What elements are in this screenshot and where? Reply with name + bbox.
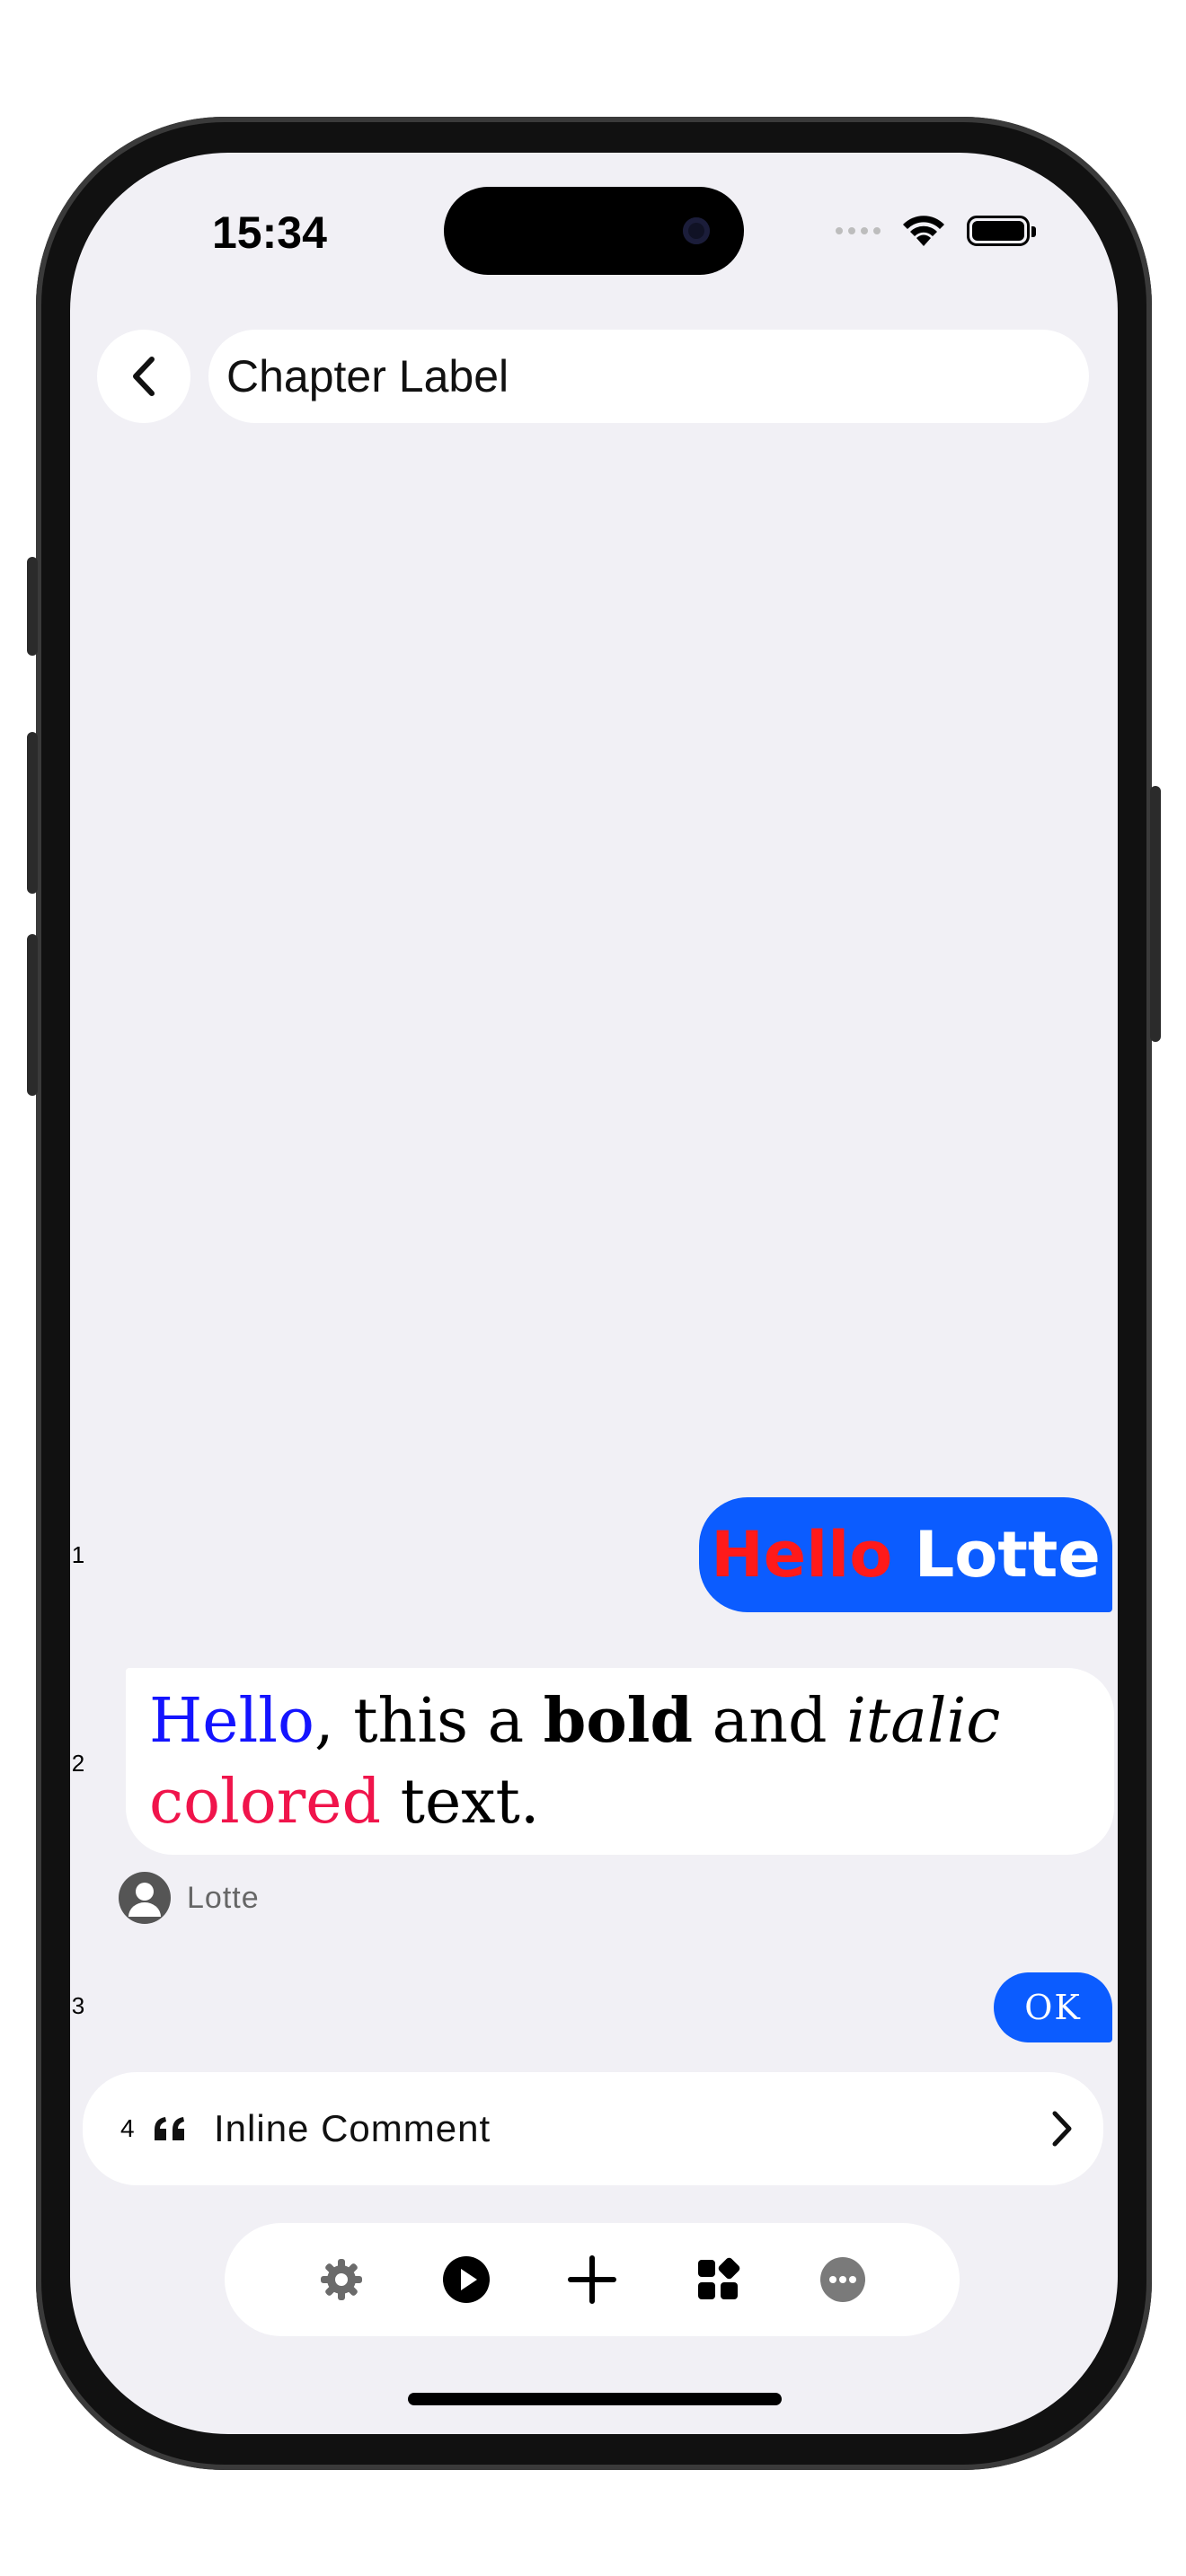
add-button[interactable] <box>565 2253 619 2307</box>
rich-text-plain: and <box>693 1686 847 1757</box>
inline-comment-row[interactable]: 4 Inline Comment <box>83 2072 1103 2185</box>
play-icon <box>443 2256 491 2303</box>
title-bar: Chapter Label <box>208 330 1089 423</box>
message-text-colored: Hello <box>711 1518 893 1592</box>
avatar <box>119 1872 171 1924</box>
message-author: Lotte <box>119 1872 260 1924</box>
cellular-signal-icon <box>836 227 881 234</box>
volume-up-button <box>27 732 38 894</box>
widgets-icon <box>697 2257 739 2299</box>
author-name: Lotte <box>187 1880 260 1915</box>
inline-comment-label: Inline Comment <box>214 2107 491 2149</box>
screen: 15:34 Chapter Label 1 Hello Lotte 2 Hell… <box>70 153 1118 2434</box>
message-bubble-sent[interactable]: Hello Lotte <box>699 1497 1112 1612</box>
rich-text-plain: text. <box>381 1767 540 1838</box>
rich-text-colored: colored <box>149 1767 381 1838</box>
page-title: Chapter Label <box>226 351 509 401</box>
row-number: 2 <box>71 1750 85 1777</box>
chevron-left-icon <box>133 357 155 396</box>
message-bubble-received[interactable]: Hello, this a bold and italic colored te… <box>126 1668 1114 1855</box>
row-number: 3 <box>71 1992 85 2019</box>
more-icon <box>820 2257 866 2302</box>
widgets-button[interactable] <box>691 2253 745 2307</box>
chevron-right-icon <box>1052 2111 1072 2147</box>
bottom-toolbar <box>225 2223 960 2336</box>
dynamic-island <box>444 187 744 275</box>
rich-text-plain <box>1000 1686 1020 1757</box>
message-text-name: Lotte <box>892 1518 1101 1592</box>
action-button <box>27 557 38 656</box>
volume-down-button <box>27 934 38 1096</box>
more-button[interactable] <box>816 2253 870 2307</box>
camera-icon <box>683 217 710 244</box>
plus-icon <box>567 2255 616 2304</box>
quote-icon <box>155 2117 184 2140</box>
row-number: 1 <box>71 1541 85 1568</box>
settings-button[interactable] <box>314 2253 368 2307</box>
rich-text-bold: bold <box>543 1685 694 1757</box>
rich-text-italic: italic <box>846 1686 1001 1757</box>
back-button[interactable] <box>97 330 190 423</box>
status-time: 15:34 <box>212 207 327 258</box>
row-number: 4 <box>120 2114 135 2142</box>
rich-text-plain: , this a <box>314 1686 544 1757</box>
home-indicator[interactable] <box>408 2393 782 2405</box>
person-icon <box>128 1883 161 1917</box>
wifi-icon <box>903 216 944 246</box>
power-button <box>1150 786 1161 1042</box>
play-button[interactable] <box>439 2253 493 2307</box>
rich-text-colored: Hello <box>149 1686 314 1757</box>
message-bubble-sent[interactable]: OK <box>994 1972 1112 2042</box>
status-icons <box>836 214 1036 248</box>
gear-icon <box>320 2259 362 2300</box>
battery-icon <box>967 216 1036 246</box>
